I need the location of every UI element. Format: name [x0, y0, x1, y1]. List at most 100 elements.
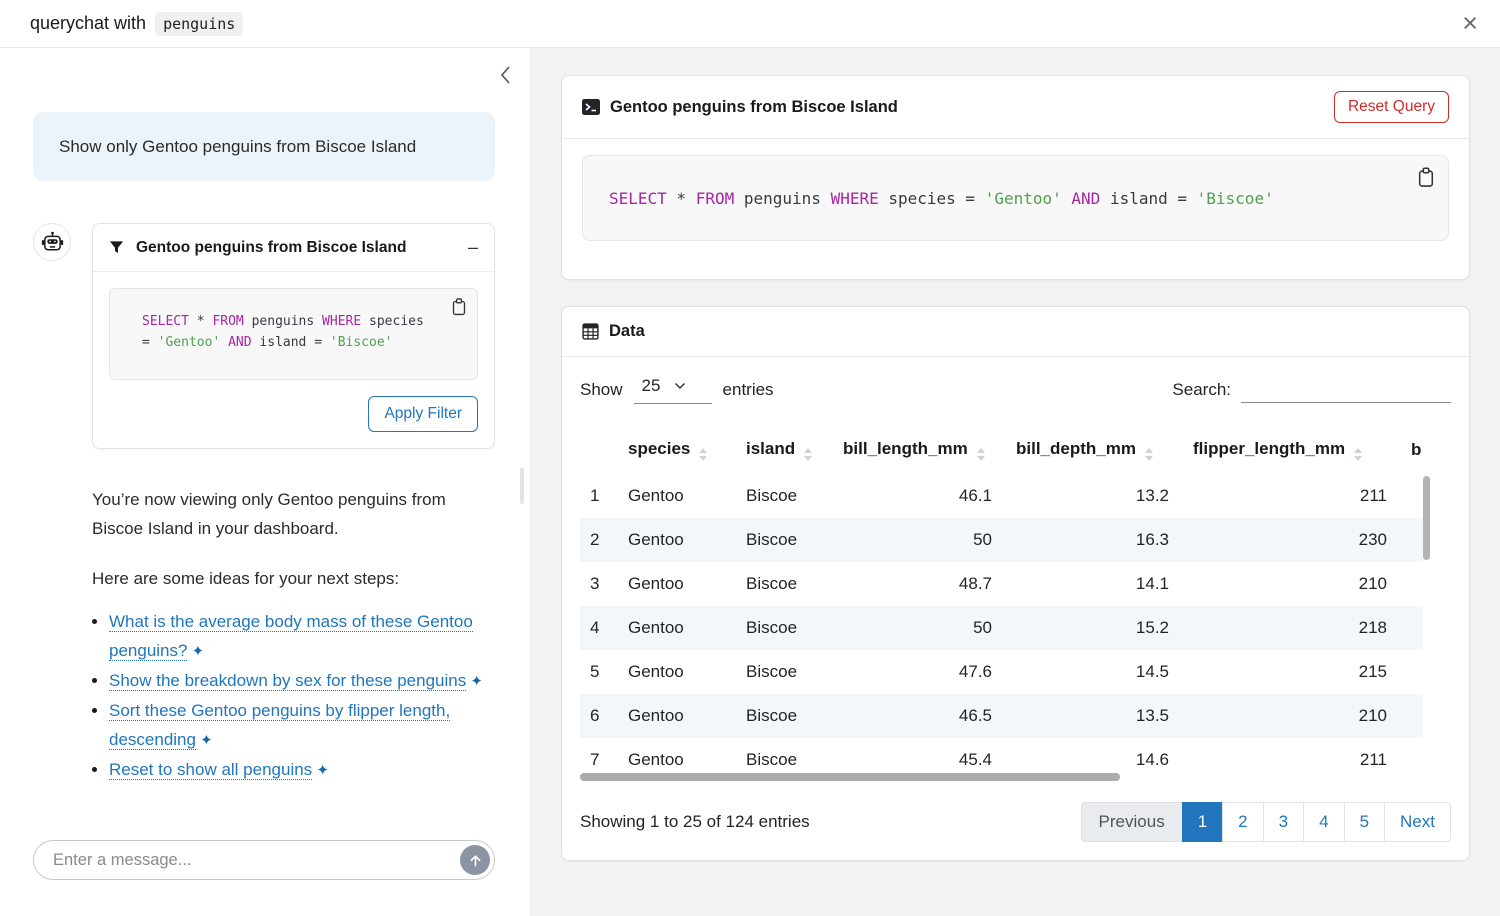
table-row: 6GentooBiscoe46.513.5210: [580, 694, 1423, 738]
table-cell: [1401, 650, 1423, 694]
filter-card-title: Gentoo penguins from Biscoe Island: [136, 239, 406, 257]
table-cell: Biscoe: [736, 562, 833, 606]
table-icon: [582, 323, 599, 340]
table-cell: 14.1: [1006, 562, 1183, 606]
search-input[interactable]: [1241, 376, 1451, 403]
table-row: 4GentooBiscoe5015.2218: [580, 606, 1423, 650]
column-header-flipper_length_mm[interactable]: flipper_length_mm: [1183, 430, 1401, 474]
suggestion-item: Show the breakdown by sex for these peng…: [109, 666, 495, 696]
page-button-previous[interactable]: Previous: [1081, 802, 1183, 842]
table-cell: Gentoo: [618, 650, 736, 694]
table-cell: Gentoo: [618, 562, 736, 606]
table-cell: 4: [580, 606, 618, 650]
table-cell: 47.6: [833, 650, 1006, 694]
app-header: querychat with penguins ×: [0, 0, 1500, 48]
column-header-bill_depth_mm[interactable]: bill_depth_mm: [1006, 430, 1183, 474]
column-header-species[interactable]: species: [618, 430, 736, 474]
data-table: speciesislandbill_length_mmbill_depth_mm…: [580, 430, 1423, 782]
page-button-5[interactable]: 5: [1344, 802, 1385, 842]
send-icon[interactable]: [460, 845, 490, 875]
table-cell: Gentoo: [618, 474, 736, 518]
table-info: Showing 1 to 25 of 124 entries: [580, 812, 810, 832]
page-button-2[interactable]: 2: [1222, 802, 1263, 842]
assistant-paragraph: Here are some ideas for your next steps:: [92, 564, 495, 593]
collapse-minus-icon[interactable]: –: [468, 237, 478, 258]
table-header-row: speciesislandbill_length_mmbill_depth_mm…: [580, 430, 1423, 474]
table-cell: 230: [1183, 518, 1401, 562]
table-cell: 15.2: [1006, 606, 1183, 650]
assistant-paragraph: You’re now viewing only Gentoo penguins …: [92, 485, 495, 543]
suggestion-list: What is the average body mass of these G…: [92, 607, 495, 785]
table-cell: 50: [833, 606, 1006, 650]
vertical-scrollbar[interactable]: [1423, 476, 1430, 560]
table-cell: 13.5: [1006, 694, 1183, 738]
table-cell: Gentoo: [618, 518, 736, 562]
table-cell: 48.7: [833, 562, 1006, 606]
table-cell: Biscoe: [736, 518, 833, 562]
query-card-header: Gentoo penguins from Biscoe Island Reset…: [562, 76, 1469, 139]
query-card: Gentoo penguins from Biscoe Island Reset…: [561, 75, 1470, 280]
page-button-next[interactable]: Next: [1384, 802, 1451, 842]
page-button-4[interactable]: 4: [1303, 802, 1344, 842]
suggestion-link[interactable]: Sort these Gentoo penguins by flipper le…: [109, 701, 450, 750]
sql-code-block: SELECT * FROM penguins WHERE species = '…: [109, 288, 478, 380]
assistant-message-row: Gentoo penguins from Biscoe Island – SEL…: [33, 223, 495, 449]
table-body: 1GentooBiscoe46.113.22112GentooBiscoe501…: [580, 474, 1423, 782]
data-table-viewport: speciesislandbill_length_mmbill_depth_mm…: [580, 430, 1451, 786]
table-row: 5GentooBiscoe47.614.5215: [580, 650, 1423, 694]
table-cell: Biscoe: [736, 606, 833, 650]
table-cell: 14.5: [1006, 650, 1183, 694]
table-row: 3GentooBiscoe48.714.1210: [580, 562, 1423, 606]
column-header-island[interactable]: island: [736, 430, 833, 474]
table-cell: Biscoe: [736, 474, 833, 518]
copy-icon[interactable]: [1417, 167, 1435, 188]
table-cell: [1401, 474, 1423, 518]
table-cell: 218: [1183, 606, 1401, 650]
sidebar-resize-handle[interactable]: [520, 468, 524, 504]
message-input[interactable]: [33, 840, 495, 880]
search-control: Search:: [1172, 376, 1451, 403]
table-cell: 2: [580, 518, 618, 562]
table-cell: 1: [580, 474, 618, 518]
pagination: Previous12345Next: [1082, 802, 1451, 842]
column-header-bill_length_mm[interactable]: bill_length_mm: [833, 430, 1006, 474]
chat-sidebar: Show only Gentoo penguins from Biscoe Is…: [0, 48, 530, 916]
suggestion-link[interactable]: What is the average body mass of these G…: [109, 612, 473, 661]
suggestion-link[interactable]: Reset to show all penguins: [109, 760, 312, 780]
data-card-title: Data: [609, 322, 645, 341]
table-cell: Gentoo: [618, 694, 736, 738]
sparkle-icon: ✦: [187, 643, 204, 660]
filter-card-body: SELECT * FROM penguins WHERE species = '…: [93, 272, 494, 396]
suggestion-link[interactable]: Show the breakdown by sex for these peng…: [109, 671, 466, 691]
table-cell: 46.1: [833, 474, 1006, 518]
page-size-select[interactable]: 25: [634, 375, 712, 404]
dataset-name-chip: penguins: [155, 12, 243, 36]
reset-query-button[interactable]: Reset Query: [1334, 91, 1449, 123]
sort-icon: [1145, 448, 1153, 461]
page-button-1[interactable]: 1: [1182, 802, 1223, 842]
sparkle-icon: ✦: [312, 762, 329, 779]
table-cell: [1401, 606, 1423, 650]
column-header-b: b: [1401, 430, 1423, 474]
search-label: Search:: [1172, 380, 1231, 400]
table-cell: [1401, 518, 1423, 562]
table-cell: Gentoo: [618, 606, 736, 650]
suggestion-item: Sort these Gentoo penguins by flipper le…: [109, 696, 495, 755]
close-icon[interactable]: ×: [1462, 10, 1478, 37]
table-cell: 210: [1183, 562, 1401, 606]
data-card-header: Data: [562, 307, 1469, 357]
page-button-3[interactable]: 3: [1263, 802, 1304, 842]
apply-filter-button[interactable]: Apply Filter: [368, 396, 478, 432]
terminal-icon: [582, 98, 600, 116]
table-cell: 5: [580, 650, 618, 694]
table-footer: Showing 1 to 25 of 124 entries Previous1…: [580, 802, 1451, 842]
sort-icon: [699, 448, 707, 461]
table-cell: [1401, 738, 1423, 782]
copy-icon[interactable]: [451, 298, 467, 316]
table-cell: 16.3: [1006, 518, 1183, 562]
sparkle-icon: ✦: [466, 673, 483, 690]
entries-label: entries: [723, 380, 774, 400]
app-title: querychat with penguins: [30, 12, 243, 36]
sidebar-collapse-icon[interactable]: [498, 63, 512, 87]
horizontal-scrollbar[interactable]: [580, 773, 1120, 781]
